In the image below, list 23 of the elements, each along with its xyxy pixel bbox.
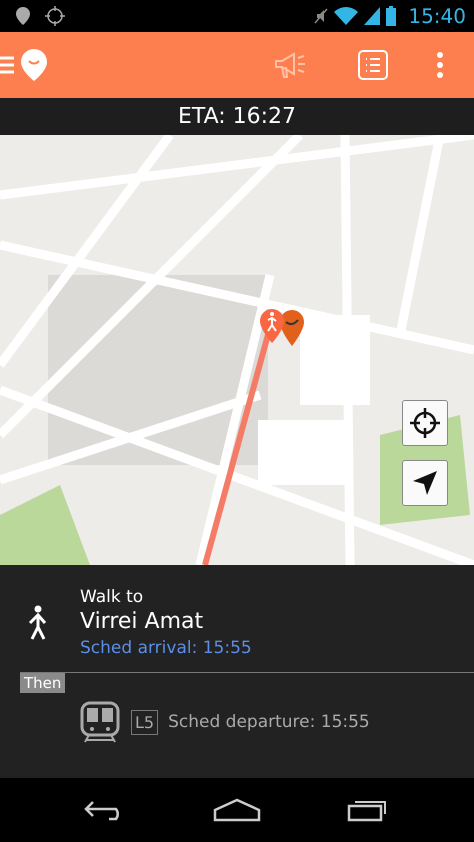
eta-text: ETA: 16:27 <box>178 104 296 129</box>
home-icon[interactable] <box>213 798 261 822</box>
clock: 15:40 <box>408 4 466 28</box>
pin-icon <box>14 6 32 26</box>
scheduled-departure: Sched departure: 15:55 <box>168 712 370 732</box>
train-icon <box>79 701 121 743</box>
wifi-icon <box>334 7 358 25</box>
destination-name: Virrei Amat <box>80 609 204 634</box>
menu-icon[interactable] <box>0 56 14 74</box>
crosshair-icon <box>408 406 442 440</box>
line-badge: L5 <box>131 710 158 734</box>
center-location-button[interactable] <box>402 400 448 446</box>
smiley-pin-logo-icon[interactable] <box>20 48 48 82</box>
signal-icon <box>364 7 380 25</box>
list-icon[interactable] <box>358 50 388 80</box>
scheduled-arrival: Sched arrival: 15:55 <box>80 638 252 658</box>
mute-icon <box>314 8 328 24</box>
step-instruction: Walk to <box>80 587 144 607</box>
more-options-icon[interactable] <box>436 51 444 79</box>
crosshair-icon <box>44 5 66 27</box>
navigate-button[interactable] <box>402 460 448 506</box>
then-label: Then <box>20 673 66 693</box>
battery-icon <box>386 6 396 26</box>
